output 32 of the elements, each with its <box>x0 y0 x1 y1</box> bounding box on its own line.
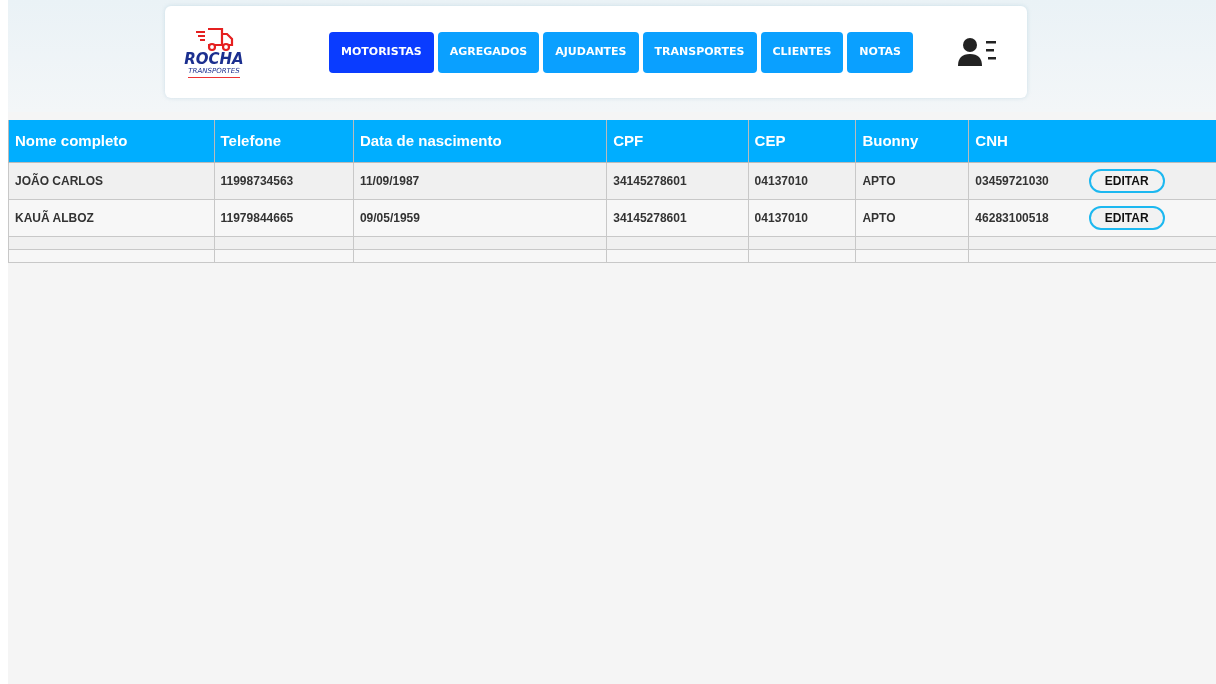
nav-button[interactable]: MOTORISTAS <box>329 31 434 73</box>
table-cell: KAUÃ ALBOZ <box>8 199 214 236</box>
table-cell: 11998734563 <box>214 162 354 199</box>
table-cell: APTO <box>855 162 969 199</box>
column-header: CEP <box>748 120 856 162</box>
table-cell: JOÃO CARLOS <box>8 162 214 199</box>
table-cell: 11/09/1987 <box>353 162 607 199</box>
edit-button[interactable]: EDITAR <box>1088 205 1165 230</box>
edit-button[interactable]: EDITAR <box>1088 168 1165 193</box>
nav-button[interactable]: TRANSPORTES <box>642 31 757 73</box>
table-cell: 03459721030 <box>975 173 1049 188</box>
column-header: Buonny <box>855 120 969 162</box>
table-cell: 04137010 <box>748 199 856 236</box>
column-header: Data de nascimento <box>353 120 607 162</box>
nav-button[interactable]: AGREGADOS <box>437 31 540 73</box>
column-header: Telefone <box>214 120 354 162</box>
table-cell: 04137010 <box>748 162 856 199</box>
table-cell: 34145278601 <box>606 199 749 236</box>
column-header: Nome completo <box>8 120 214 162</box>
column-header: CNH <box>968 120 1216 162</box>
truck-icon <box>194 26 234 52</box>
table-cell: 11979844665 <box>214 199 354 236</box>
table-cell: 34145278601 <box>606 162 749 199</box>
user-list-icon[interactable] <box>957 36 997 68</box>
nav-button[interactable]: AJUDANTES <box>543 31 639 73</box>
nav-button[interactable]: NOTAS <box>847 31 913 73</box>
table-cell: 09/05/1959 <box>353 199 607 236</box>
table-cell: APTO <box>855 199 969 236</box>
column-header: CPF <box>606 120 749 162</box>
table-cell: 46283100518 <box>975 210 1049 225</box>
logo-text: ROCHA <box>184 52 244 67</box>
nav-button[interactable]: CLIENTES <box>760 31 844 73</box>
